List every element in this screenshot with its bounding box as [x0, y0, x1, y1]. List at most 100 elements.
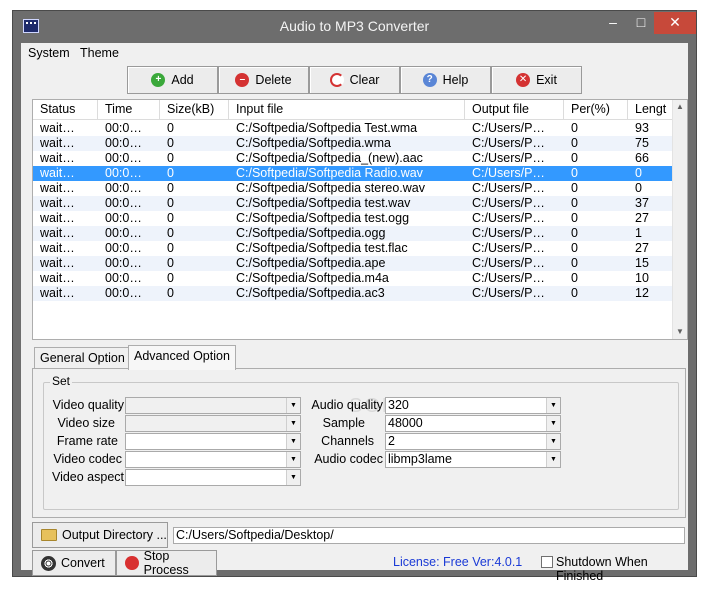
column-header-size[interactable]: Size(kB) [160, 100, 229, 120]
table-cell: 0 [571, 271, 578, 285]
delete-icon: – [235, 73, 250, 87]
sample-select[interactable]: 48000 ▼ [385, 415, 561, 432]
table-cell: 0 [167, 241, 174, 255]
chevron-down-icon[interactable]: ▼ [286, 470, 300, 485]
minimize-button[interactable]: – [599, 12, 627, 34]
table-row[interactable]: wait… 00:0… 0 C:/Softpedia/Softpedia Radio.… [33, 166, 673, 181]
table-cell: 0 [167, 226, 174, 240]
table-cell: C:/Softpedia/Softpedia stereo.wav [236, 181, 426, 195]
chevron-down-icon[interactable]: ▼ [286, 398, 300, 413]
table-cell: C:/Softpedia/Softpedia test.flac [236, 241, 408, 255]
channels-value: 2 [388, 434, 395, 448]
table-cell: 93 [635, 121, 649, 135]
table-cell: 0 [571, 256, 578, 270]
video-aspect-select[interactable]: ▼ [125, 469, 301, 486]
table-row[interactable]: wait… 00:0… 0 C:/Softpedia/Softpedia.m4a C:/… [33, 271, 673, 286]
add-button[interactable]: + Add [127, 66, 218, 94]
chevron-down-icon[interactable]: ▼ [546, 416, 560, 431]
table-cell: 1 [635, 226, 642, 240]
table-cell: wait… [40, 241, 75, 255]
video-size-label: Video size [57, 416, 115, 430]
table-cell: C:/Softpedia/Softpedia test.wav [236, 196, 411, 210]
audio-quality-value: 320 [388, 398, 409, 412]
table-cell: 0 [571, 286, 578, 300]
channels-select[interactable]: 2 ▼ [385, 433, 561, 450]
list-scrollbar[interactable]: ▲ ▼ [672, 100, 687, 339]
tab-general-option[interactable]: General Option [34, 347, 131, 369]
table-row[interactable]: wait… 00:0… 0 C:/Softpedia/Softpedia test.w… [33, 196, 673, 211]
table-row[interactable]: wait… 00:0… 0 C:/Softpedia/Softpedia.ogg C:/… [33, 226, 673, 241]
audio-codec-label: Audio codec [314, 452, 383, 466]
menu-bar: System Theme [21, 43, 688, 63]
table-cell: 37 [635, 196, 649, 210]
table-cell: 0 [571, 151, 578, 165]
convert-button-label: Convert [61, 556, 105, 570]
table-cell: 15 [635, 256, 649, 270]
chevron-down-icon[interactable]: ▼ [286, 416, 300, 431]
file-list[interactable]: Status Time Size(kB) Input file Output f… [32, 99, 688, 340]
frame-rate-select[interactable]: ▼ [125, 433, 301, 450]
delete-button[interactable]: – Delete [218, 66, 309, 94]
scroll-up-icon[interactable]: ▲ [673, 100, 687, 114]
table-row[interactable]: wait… 00:0… 0 C:/Softpedia/Softpedia.ac3 C:/… [33, 286, 673, 301]
column-header-time[interactable]: Time [98, 100, 160, 120]
stop-process-button[interactable]: Stop Process [116, 549, 217, 577]
video-quality-select[interactable]: ▼ [125, 397, 301, 414]
maximize-button[interactable]: □ [627, 12, 655, 34]
column-header-length[interactable]: Lengt [628, 100, 673, 120]
output-directory-button[interactable]: Output Directory ... [32, 522, 168, 548]
table-cell: C:/Users/P… [472, 271, 545, 285]
table-row[interactable]: wait… 00:0… 0 C:/Softpedia/Softpedia_(new).… [33, 151, 673, 166]
exit-button-label: Exit [536, 73, 557, 87]
convert-button[interactable]: Convert [32, 550, 116, 576]
video-codec-select[interactable]: ▼ [125, 451, 301, 468]
close-button[interactable]: ✕ [654, 12, 696, 34]
table-cell: C:/Softpedia/Softpedia_(new).aac [236, 151, 423, 165]
table-row[interactable]: wait… 00:0… 0 C:/Softpedia/Softpedia Test.w… [33, 121, 673, 136]
audio-quality-select[interactable]: 320 ▼ [385, 397, 561, 414]
table-cell: C:/Users/P… [472, 121, 545, 135]
exit-button[interactable]: ✕ Exit [491, 66, 582, 94]
clear-button[interactable]: Clear [309, 66, 400, 94]
table-cell: 00:0… [105, 286, 142, 300]
table-cell: C:/Users/P… [472, 196, 545, 210]
table-cell: wait… [40, 151, 75, 165]
chevron-down-icon[interactable]: ▼ [286, 452, 300, 467]
column-header-status[interactable]: Status [33, 100, 98, 120]
table-cell: C:/Softpedia/Softpedia.m4a [236, 271, 389, 285]
table-cell: 0 [167, 196, 174, 210]
column-header-input-file[interactable]: Input file [229, 100, 465, 120]
menu-theme[interactable]: Theme [80, 46, 119, 60]
title-bar[interactable]: Audio to MP3 Converter – □ ✕ [13, 11, 696, 43]
table-cell: 00:0… [105, 211, 142, 225]
table-cell: C:/Users/P… [472, 136, 545, 150]
table-cell: 0 [635, 181, 642, 195]
table-row[interactable]: wait… 00:0… 0 C:/Softpedia/Softpedia.wma C:/… [33, 136, 673, 151]
output-directory-label: Output Directory ... [62, 528, 167, 542]
table-cell: 0 [167, 166, 174, 180]
chevron-down-icon[interactable]: ▼ [286, 434, 300, 449]
table-cell: C:/Users/P… [472, 226, 545, 240]
table-cell: 0 [571, 196, 578, 210]
table-row[interactable]: wait… 00:0… 0 C:/Softpedia/Softpedia stereo… [33, 181, 673, 196]
scroll-down-icon[interactable]: ▼ [673, 325, 687, 339]
chevron-down-icon[interactable]: ▼ [546, 398, 560, 413]
table-cell: C:/Users/P… [472, 181, 545, 195]
shutdown-checkbox[interactable] [541, 556, 553, 568]
audio-codec-select[interactable]: libmp3lame ▼ [385, 451, 561, 468]
menu-system[interactable]: System [28, 46, 70, 60]
video-size-select[interactable]: ▼ [125, 415, 301, 432]
table-row[interactable]: wait… 00:0… 0 C:/Softpedia/Softpedia.ape C:/… [33, 256, 673, 271]
table-row[interactable]: wait… 00:0… 0 C:/Softpedia/Softpedia test.f… [33, 241, 673, 256]
table-cell: 27 [635, 241, 649, 255]
chevron-down-icon[interactable]: ▼ [546, 434, 560, 449]
table-row[interactable]: wait… 00:0… 0 C:/Softpedia/Softpedia test.o… [33, 211, 673, 226]
output-directory-field[interactable]: C:/Users/Softpedia/Desktop/ [173, 527, 685, 544]
chevron-down-icon[interactable]: ▼ [546, 452, 560, 467]
clear-button-label: Clear [349, 73, 380, 87]
column-header-percent[interactable]: Per(%) [564, 100, 628, 120]
help-button[interactable]: ? Help [400, 66, 491, 94]
shutdown-label[interactable]: Shutdown When Finished [556, 555, 688, 583]
column-header-output-file[interactable]: Output file [465, 100, 564, 120]
tab-advanced-option[interactable]: Advanced Option [128, 345, 236, 370]
